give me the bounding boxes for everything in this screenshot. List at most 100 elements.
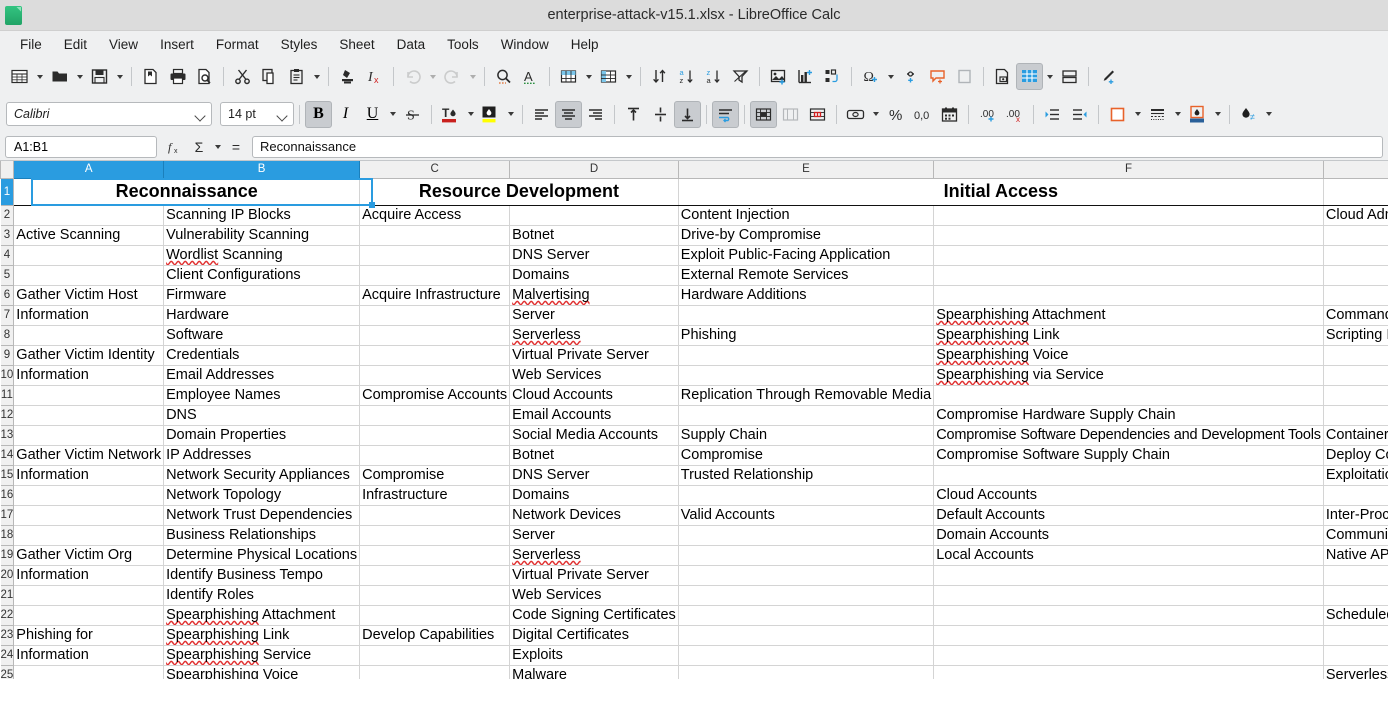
row-header-17[interactable]: 17 — [1, 505, 14, 525]
font-name-combobox[interactable]: Calibri — [6, 102, 212, 126]
cell-A3[interactable]: Active Scanning — [14, 225, 164, 245]
row-header-25[interactable]: 25 — [1, 665, 14, 679]
cell-D20[interactable]: Virtual Private Server — [510, 565, 679, 585]
menu-item-tools[interactable]: Tools — [436, 34, 490, 55]
row-header-11[interactable]: 11 — [1, 385, 14, 405]
new-document-dropdown-icon[interactable] — [33, 63, 46, 90]
cell-A4[interactable] — [14, 245, 164, 265]
cell-F4[interactable] — [934, 245, 1324, 265]
row-header-13[interactable]: 13 — [1, 425, 14, 445]
underline-icon[interactable]: U — [359, 101, 386, 128]
background-color-icon[interactable] — [1184, 101, 1211, 128]
function-wizard-icon[interactable]: fx — [163, 135, 187, 159]
menu-item-file[interactable]: File — [9, 34, 53, 55]
column-dropdown-icon[interactable] — [622, 63, 635, 90]
highlighting-color-dropdown-icon[interactable] — [504, 101, 517, 128]
clear-formatting-icon[interactable]: Ix — [361, 63, 388, 90]
cell-D24[interactable]: Exploits — [510, 645, 679, 665]
cell-C16[interactable]: Infrastructure — [360, 485, 510, 505]
cell-C4[interactable] — [360, 245, 510, 265]
cell-F11[interactable] — [934, 385, 1324, 405]
open-document-dropdown-icon[interactable] — [73, 63, 86, 90]
undo-dropdown-icon[interactable] — [426, 63, 439, 90]
tactic-header-execution[interactable]: Execution — [1323, 178, 1388, 205]
conditional-formatting-dropdown-icon[interactable] — [1262, 101, 1275, 128]
special-character-dropdown-icon[interactable] — [884, 63, 897, 90]
freeze-dropdown-icon[interactable] — [1043, 63, 1056, 90]
cell-E11[interactable]: Replication Through Removable Media — [678, 385, 933, 405]
wrap-text-icon[interactable] — [712, 101, 739, 128]
split-window-icon[interactable] — [1056, 63, 1083, 90]
cell-A11[interactable] — [14, 385, 164, 405]
cell-E5[interactable]: External Remote Services — [678, 265, 933, 285]
row-header-14[interactable]: 14 — [1, 445, 14, 465]
cell-D14[interactable]: Botnet — [510, 445, 679, 465]
cell-B20[interactable]: Identify Business Tempo — [164, 565, 360, 585]
cell-D6[interactable]: Malvertising — [510, 285, 679, 305]
column-icon[interactable] — [595, 63, 622, 90]
cell-A20[interactable]: Information — [14, 565, 164, 585]
insert-special-character-icon[interactable]: Ω — [857, 63, 884, 90]
cell-F23[interactable] — [934, 625, 1324, 645]
cell-F13[interactable]: Compromise Software Dependencies and Dev… — [934, 425, 1324, 445]
cell-D5[interactable]: Domains — [510, 265, 679, 285]
menu-item-window[interactable]: Window — [490, 34, 560, 55]
italic-icon[interactable]: I — [332, 101, 359, 128]
cell-B16[interactable]: Network Topology — [164, 485, 360, 505]
cell-G8[interactable]: Scripting Interpreter — [1323, 325, 1388, 345]
cell-G4[interactable] — [1323, 245, 1388, 265]
row-header-3[interactable]: 3 — [1, 225, 14, 245]
redo-icon[interactable] — [439, 63, 466, 90]
undo-icon[interactable] — [399, 63, 426, 90]
save-document-dropdown-icon[interactable] — [113, 63, 126, 90]
borders-dropdown-icon[interactable] — [1131, 101, 1144, 128]
delete-decimal-place-icon[interactable]: .00x — [1001, 101, 1028, 128]
decrease-indent-icon[interactable] — [1066, 101, 1093, 128]
cell-E23[interactable] — [678, 625, 933, 645]
name-box[interactable]: A1:B1 — [5, 136, 157, 158]
insert-textbox-icon[interactable] — [951, 63, 978, 90]
row-header-21[interactable]: 21 — [1, 585, 14, 605]
cell-D9[interactable]: Virtual Private Server — [510, 345, 679, 365]
cell-F16[interactable]: Cloud Accounts — [934, 485, 1324, 505]
cell-F3[interactable] — [934, 225, 1324, 245]
cell-D22[interactable]: Code Signing Certificates — [510, 605, 679, 625]
cell-E13[interactable]: Supply Chain — [678, 425, 933, 445]
cell-A25[interactable] — [14, 665, 164, 679]
cell-E14[interactable]: Compromise — [678, 445, 933, 465]
font-color-dropdown-icon[interactable] — [464, 101, 477, 128]
sort-descending-icon[interactable]: za — [700, 63, 727, 90]
cell-G18[interactable]: Communication — [1323, 525, 1388, 545]
merge-center-cells-icon[interactable] — [750, 101, 777, 128]
paste-icon[interactable] — [283, 63, 310, 90]
merge-cells-icon[interactable] — [777, 101, 804, 128]
cell-G19[interactable]: Native API — [1323, 545, 1388, 565]
insert-chart-icon[interactable] — [792, 63, 819, 90]
cell-A24[interactable]: Information — [14, 645, 164, 665]
freeze-rows-columns-icon[interactable] — [1016, 63, 1043, 90]
cell-B22[interactable]: Spearphishing Attachment — [164, 605, 360, 625]
sum-icon[interactable]: Σ — [187, 135, 211, 159]
tactic-header-resource-development[interactable]: Resource Development — [360, 178, 679, 205]
cell-D7[interactable]: Server — [510, 305, 679, 325]
cell-E24[interactable] — [678, 645, 933, 665]
cell-G15[interactable]: Exploitation for Client Execution — [1323, 465, 1388, 485]
cell-D16[interactable]: Domains — [510, 485, 679, 505]
highlighting-color-icon[interactable] — [477, 101, 504, 128]
cell-C15[interactable]: Compromise — [360, 465, 510, 485]
conditional-formatting-icon[interactable]: ≠ — [1235, 101, 1262, 128]
cell-C7[interactable] — [360, 305, 510, 325]
cell-E17[interactable]: Valid Accounts — [678, 505, 933, 525]
cell-F10[interactable]: Spearphishing via Service — [934, 365, 1324, 385]
align-bottom-icon[interactable] — [674, 101, 701, 128]
cell-E8[interactable]: Phishing — [678, 325, 933, 345]
row-header-22[interactable]: 22 — [1, 605, 14, 625]
cell-D21[interactable]: Web Services — [510, 585, 679, 605]
cell-D17[interactable]: Network Devices — [510, 505, 679, 525]
insert-comment-icon[interactable] — [924, 63, 951, 90]
cell-B8[interactable]: Software — [164, 325, 360, 345]
cell-D12[interactable]: Email Accounts — [510, 405, 679, 425]
cell-G7[interactable]: Command and — [1323, 305, 1388, 325]
cell-C19[interactable] — [360, 545, 510, 565]
row-header-8[interactable]: 8 — [1, 325, 14, 345]
